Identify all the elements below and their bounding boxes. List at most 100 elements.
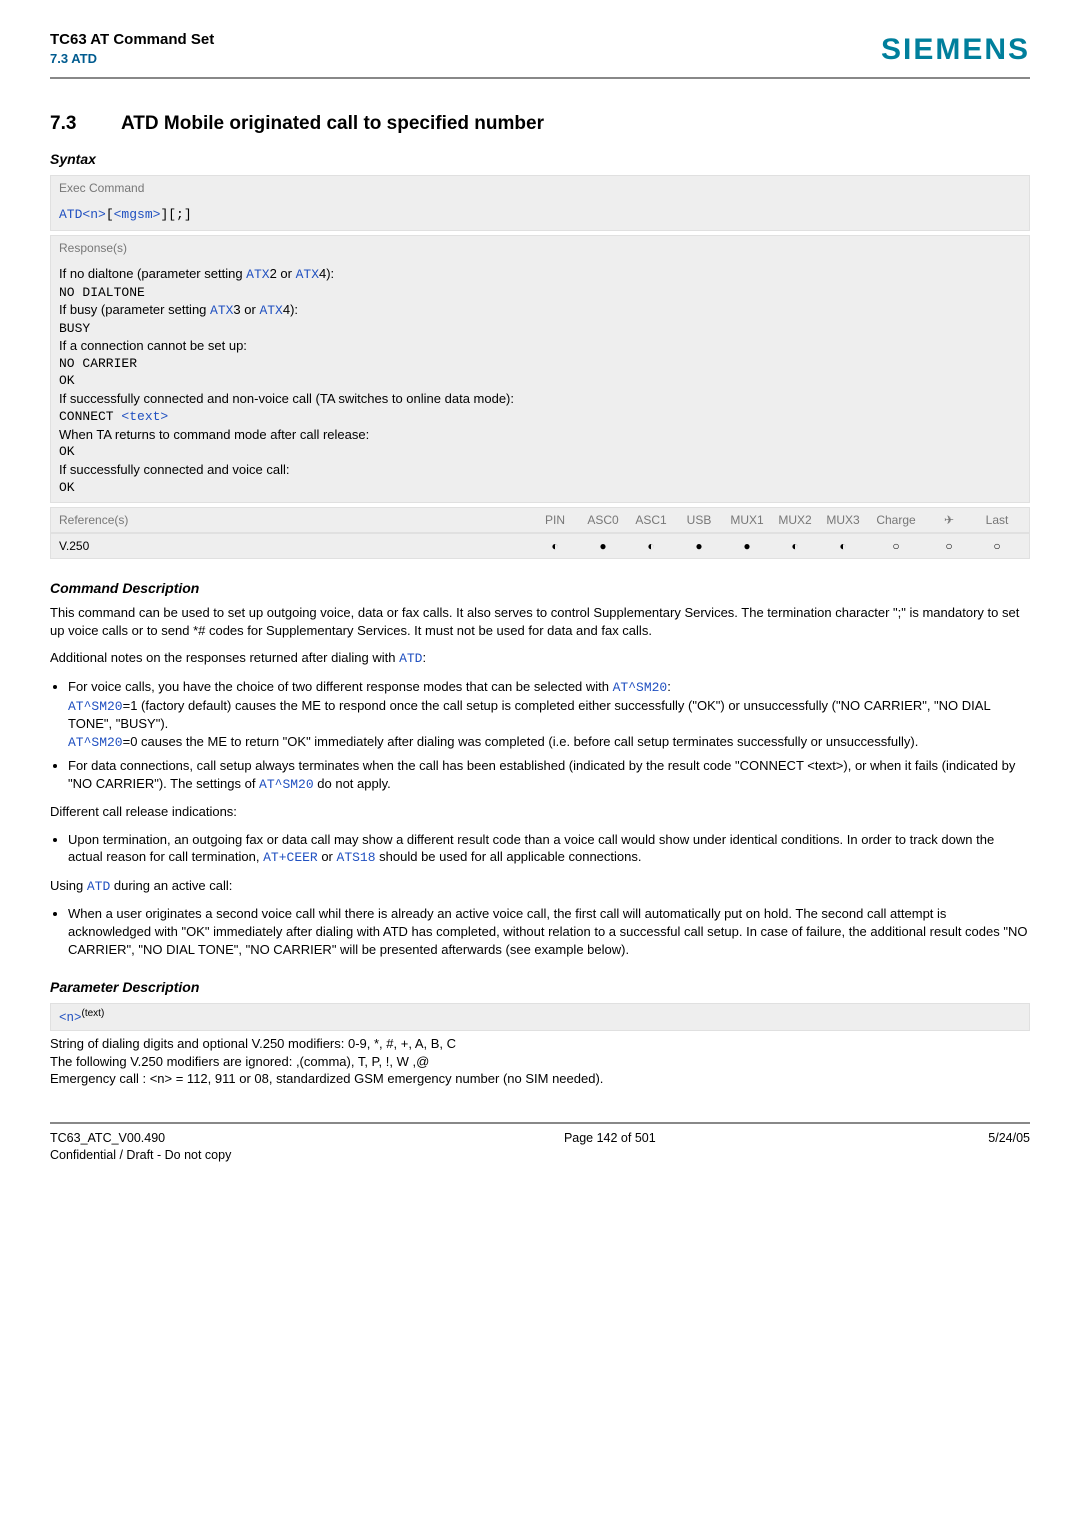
- resp-text: If busy (parameter setting: [59, 302, 210, 317]
- text: For data connections, call setup always …: [68, 758, 1015, 791]
- param-line-2: The following V.250 modifiers are ignore…: [50, 1053, 1030, 1071]
- col-mux1: MUX1: [723, 512, 771, 528]
- text: :: [667, 679, 671, 694]
- param-n-box: <n>(text): [50, 1003, 1030, 1031]
- atx-link[interactable]: ATX: [210, 303, 233, 318]
- dot-plane: ○: [925, 538, 973, 554]
- param-line-3: Emergency call : <n> = 112, 911 or 08, s…: [50, 1070, 1030, 1088]
- text: do not apply.: [314, 776, 391, 791]
- dot-charge: ○: [867, 538, 925, 554]
- airplane-icon: ✈: [925, 512, 973, 528]
- at-sm20-link[interactable]: AT^SM20: [68, 735, 123, 750]
- ref-name: V.250: [59, 538, 531, 554]
- busy: BUSY: [59, 320, 1021, 338]
- col-mux2: MUX2: [771, 512, 819, 528]
- resp-line-1: If no dialtone (parameter setting ATX2 o…: [59, 265, 1021, 284]
- resp-line-3: If a connection cannot be set up:: [59, 337, 1021, 355]
- siemens-logo: SIEMENS: [881, 30, 1030, 71]
- exec-command-label: Exec Command: [50, 175, 1030, 200]
- cmd-desc-p1: This command can be used to set up outgo…: [50, 604, 1030, 639]
- bullet-list-1: For voice calls, you have the choice of …: [68, 678, 1030, 793]
- param-line-1: String of dialing digits and optional V.…: [50, 1035, 1030, 1053]
- at-sm20-link[interactable]: AT^SM20: [68, 699, 123, 714]
- cmd-desc-p4: Using ATD during an active call:: [50, 877, 1030, 896]
- text: =1 (factory default) causes the ME to re…: [68, 698, 990, 732]
- n-param-link[interactable]: <n>: [82, 207, 105, 222]
- cmd-desc-p3: Different call release indications:: [50, 803, 1030, 821]
- text: should be used for all applicable connec…: [376, 849, 642, 864]
- resp-text: 2 or: [270, 266, 296, 281]
- dot-asc0: ●: [579, 538, 627, 554]
- text: For voice calls, you have the choice of …: [68, 679, 613, 694]
- n-param: <n>: [59, 1011, 82, 1025]
- atd-link[interactable]: ATD: [87, 879, 110, 894]
- dot-mux3: ◐: [819, 538, 867, 554]
- ok-3: OK: [59, 479, 1021, 497]
- atx-link[interactable]: ATX: [246, 267, 269, 282]
- resp-text: 3 or: [233, 302, 259, 317]
- exec-command-body: ATD<n>[<mgsm>][;]: [50, 200, 1030, 231]
- syntax-label: Syntax: [50, 150, 1030, 169]
- footer-center: Page 142 of 501: [564, 1130, 656, 1164]
- col-asc1: ASC1: [627, 512, 675, 528]
- references-label: Reference(s): [59, 512, 531, 528]
- lbracket: [: [106, 207, 114, 222]
- no-carrier: NO CARRIER: [59, 355, 1021, 373]
- bullet-list-3: When a user originates a second voice ca…: [68, 905, 1030, 958]
- at-sm20-link[interactable]: AT^SM20: [613, 680, 668, 695]
- resp-text: 4):: [319, 266, 334, 281]
- at-ceer-link[interactable]: AT+CEER: [263, 850, 318, 865]
- text: Additional notes on the responses return…: [50, 650, 399, 665]
- command-description-label: Command Description: [50, 579, 1030, 598]
- parameter-description-label: Parameter Description: [50, 978, 1030, 997]
- bullet-list-2: Upon termination, an outgoing fax or dat…: [68, 831, 1030, 867]
- footer-left: TC63_ATC_V00.490 Confidential / Draft - …: [50, 1130, 231, 1164]
- page-footer: TC63_ATC_V00.490 Confidential / Draft - …: [50, 1122, 1030, 1164]
- bullet-item: For data connections, call setup always …: [68, 757, 1030, 793]
- text: :: [422, 650, 426, 665]
- section-title: ATD Mobile originated call to specified …: [121, 113, 544, 134]
- text: =0 causes the ME to return "OK" immediat…: [123, 734, 919, 749]
- dot-usb: ●: [675, 538, 723, 554]
- reference-value-row: V.250 ◐ ● ◐ ● ● ◐ ◐ ○ ○ ○: [50, 533, 1030, 559]
- header-divider: [50, 77, 1030, 79]
- footer-confidential: Confidential / Draft - Do not copy: [50, 1148, 231, 1162]
- text-link[interactable]: <text>: [121, 409, 168, 424]
- atx-link[interactable]: ATX: [296, 267, 319, 282]
- dot-asc1: ◐: [627, 538, 675, 554]
- responses-label: Response(s): [50, 235, 1030, 260]
- col-mux3: MUX3: [819, 512, 867, 528]
- connect-line: CONNECT <text>: [59, 407, 1021, 426]
- atx-link[interactable]: ATX: [259, 303, 282, 318]
- ok-2: OK: [59, 443, 1021, 461]
- resp-text: 4):: [283, 302, 298, 317]
- header-title: TC63 AT Command Set: [50, 30, 214, 50]
- responses-body: If no dialtone (parameter setting ATX2 o…: [50, 260, 1030, 503]
- resp-line-6: If successfully connected and voice call…: [59, 461, 1021, 479]
- text: or: [318, 849, 337, 864]
- footer-right: 5/24/05: [988, 1130, 1030, 1164]
- section-number: 7.3: [50, 111, 76, 137]
- atd-link[interactable]: ATD: [399, 651, 422, 666]
- col-asc0: ASC0: [579, 512, 627, 528]
- mgsm-param-link[interactable]: <mgsm>: [114, 207, 161, 222]
- col-usb: USB: [675, 512, 723, 528]
- bullet-item: Upon termination, an outgoing fax or dat…: [68, 831, 1030, 867]
- text: during an active call:: [110, 878, 232, 893]
- header-left: TC63 AT Command Set 7.3 ATD: [50, 30, 214, 68]
- connect-text: CONNECT: [59, 409, 121, 424]
- dot-last: ○: [973, 538, 1021, 554]
- page-header: TC63 AT Command Set 7.3 ATD SIEMENS: [50, 0, 1030, 77]
- resp-line-2: If busy (parameter setting ATX3 or ATX4)…: [59, 301, 1021, 320]
- col-charge: Charge: [867, 512, 925, 528]
- ok-1: OK: [59, 372, 1021, 390]
- section-heading: 7.3 ATD Mobile originated call to specif…: [50, 111, 1030, 137]
- dot-mux1: ●: [723, 538, 771, 554]
- col-last: Last: [973, 512, 1021, 528]
- at-sm20-link[interactable]: AT^SM20: [259, 777, 314, 792]
- dot-pin: ◐: [531, 538, 579, 554]
- resp-line-4: If successfully connected and non-voice …: [59, 390, 1021, 408]
- atd-prefix: ATD: [59, 207, 82, 222]
- ats18-link[interactable]: ATS18: [337, 850, 376, 865]
- reference-header-row: Reference(s) PIN ASC0 ASC1 USB MUX1 MUX2…: [50, 507, 1030, 533]
